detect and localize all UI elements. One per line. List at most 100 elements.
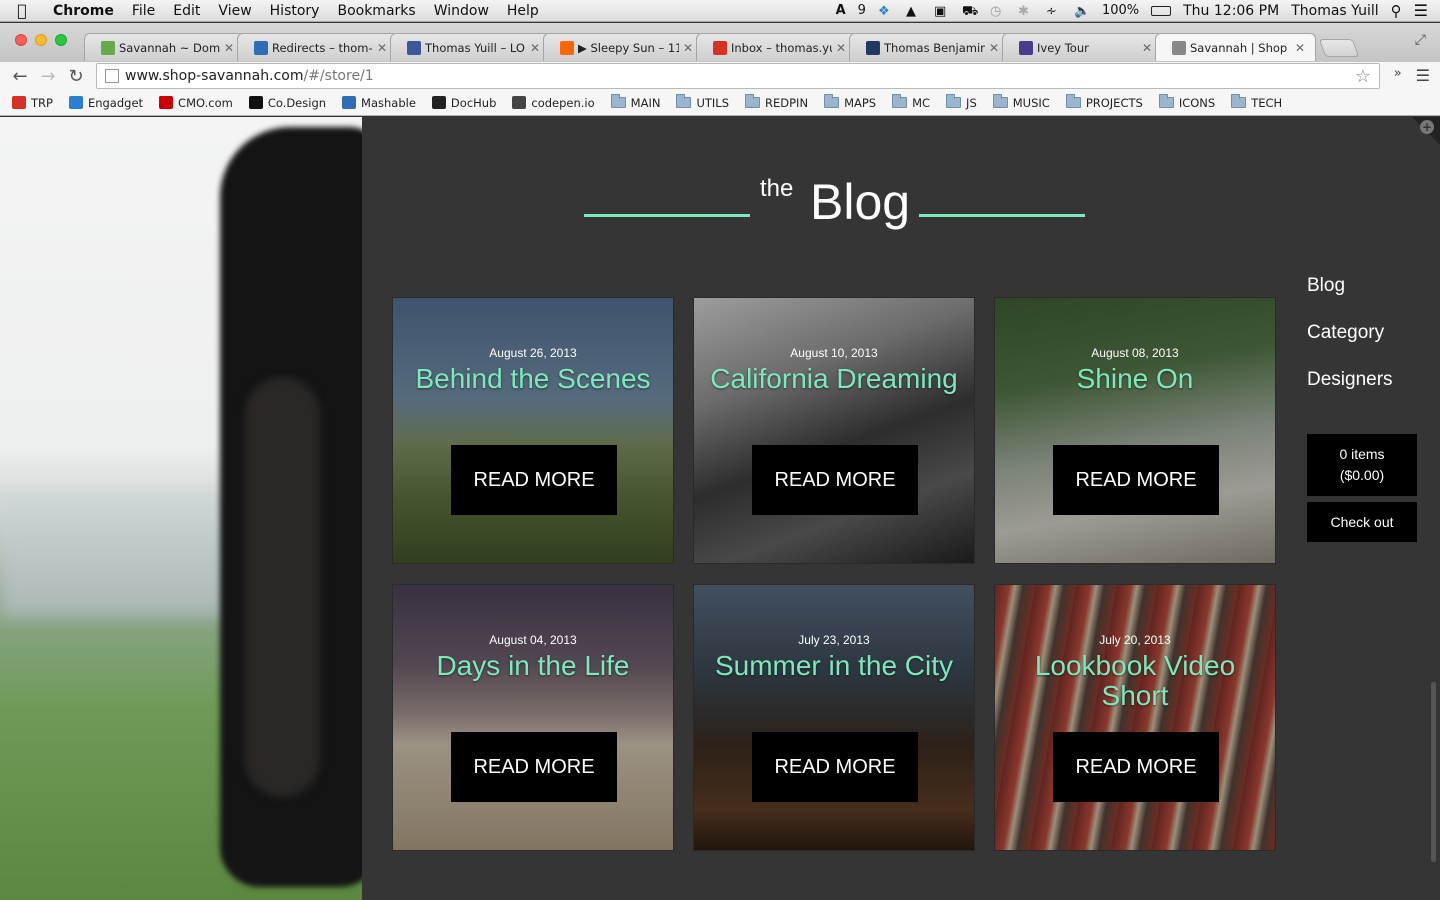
truck-icon[interactable]: ⛟ — [962, 4, 978, 19]
bookmark-link[interactable]: CMO.com — [159, 96, 233, 110]
tab-close-icon[interactable]: ✕ — [377, 41, 387, 55]
bookmark-folder[interactable]: MAIN — [610, 94, 660, 110]
menu-edit[interactable]: Edit — [164, 3, 209, 19]
blog-post-card[interactable]: July 20, 2013 Lookbook Video Short READ MO… — [994, 584, 1276, 851]
apple-icon[interactable]:  — [0, 1, 44, 20]
battery-percent[interactable]: 100% — [1102, 3, 1139, 18]
bookmark-star-icon[interactable]: ☆ — [1355, 66, 1371, 87]
menu-file[interactable]: File — [123, 3, 164, 19]
bookmark-folder[interactable]: PROJECTS — [1065, 94, 1143, 110]
browser-tab[interactable]: Redirects – thom-fo ✕ — [237, 33, 398, 61]
bookmark-link[interactable]: TRP — [12, 96, 53, 110]
browser-tab[interactable]: ▶ Sleepy Sun – 11:3 ✕ — [543, 33, 704, 61]
bookmark-folder[interactable]: MC — [892, 94, 930, 110]
close-window-button[interactable] — [15, 34, 27, 46]
dropbox-icon[interactable]: ❖ — [878, 4, 894, 19]
menu-window[interactable]: Window — [425, 3, 498, 19]
bookmark-folder[interactable]: MAPS — [824, 94, 876, 110]
browser-tab[interactable]: Thomas Benjamin Yu ✕ — [849, 33, 1010, 61]
bookmark-folder[interactable]: JS — [946, 94, 977, 110]
bookmark-label: TRP — [31, 95, 53, 110]
time-machine-icon[interactable]: ◷ — [990, 4, 1006, 19]
folder-icon — [946, 94, 962, 108]
read-more-button[interactable]: READ MORE — [451, 732, 617, 802]
browser-toolbar: ← → ↻ www.shop-savannah.com /#/store/1 ☆… — [0, 62, 1440, 90]
menu-history[interactable]: History — [261, 3, 329, 19]
notification-center-icon[interactable]: ☰ — [1414, 1, 1428, 20]
read-more-button[interactable]: READ MORE — [752, 732, 918, 802]
tab-close-icon[interactable]: ✕ — [1295, 41, 1305, 55]
heading-rule-left — [584, 214, 750, 217]
reload-button[interactable]: ↻ — [62, 66, 90, 87]
volume-icon[interactable]: 🔈 — [1074, 4, 1090, 19]
nav-blog-link[interactable]: Blog — [1307, 275, 1393, 297]
post-title[interactable]: Lookbook Video Short — [1005, 651, 1265, 711]
bookmark-link[interactable]: codepen.io — [512, 96, 595, 110]
post-title[interactable]: California Dreaming — [704, 364, 964, 394]
zoom-window-button[interactable] — [55, 34, 67, 46]
bluetooth-icon[interactable]: ✱ — [1018, 4, 1034, 19]
bookmark-link[interactable]: DocHub — [431, 96, 496, 110]
read-more-button[interactable]: READ MORE — [1053, 732, 1219, 802]
blog-post-card[interactable]: August 04, 2013 Days in the Life READ MORE — [392, 584, 674, 851]
tab-close-icon[interactable]: ✕ — [683, 41, 693, 55]
blog-post-card[interactable]: August 10, 2013 California Dreaming READ M… — [693, 297, 975, 564]
nav-designers-link[interactable]: Designers — [1307, 369, 1393, 391]
post-title[interactable]: Days in the Life — [403, 651, 663, 681]
minimize-window-button[interactable] — [35, 34, 47, 46]
new-tab-button[interactable] — [1318, 39, 1360, 57]
menu-app-name[interactable]: Chrome — [44, 3, 123, 19]
wifi-icon[interactable]: ∻ — [1046, 4, 1062, 19]
post-title[interactable]: Behind the Scenes — [403, 364, 663, 394]
bookmark-link[interactable]: Engadget — [68, 96, 143, 110]
browser-tab[interactable]: Ivey Tour ✕ — [1002, 33, 1163, 61]
chrome-menu-icon[interactable]: ☰ — [1416, 66, 1430, 85]
back-button[interactable]: ← — [6, 66, 34, 87]
tab-close-icon[interactable]: ✕ — [1142, 41, 1152, 55]
cart-summary[interactable]: 0 items ($0.00) — [1307, 434, 1417, 496]
browser-tab[interactable]: Inbox – thomas.yuill ✕ — [696, 33, 857, 61]
browser-tab[interactable]: Savannah | Shop Sav ✕ — [1155, 33, 1316, 61]
bookmark-folder[interactable]: REDPIN — [745, 94, 808, 110]
forward-button[interactable]: → — [34, 66, 62, 87]
browser-tab[interactable]: Savannah ~ Domains ✕ — [84, 33, 245, 61]
fullscreen-icon[interactable]: ⤢ — [1415, 32, 1426, 48]
post-image-overlay — [393, 585, 673, 850]
address-bar[interactable]: www.shop-savannah.com /#/store/1 ☆ — [96, 63, 1380, 89]
bookmark-folder[interactable]: UTILS — [676, 94, 729, 110]
post-date: July 23, 2013 — [798, 633, 870, 647]
bookmark-link[interactable]: Mashable — [342, 96, 416, 110]
bookmark-folder[interactable]: TECH — [1231, 94, 1282, 110]
blog-post-card[interactable]: August 08, 2013 Shine On READ MORE — [994, 297, 1276, 564]
display-icon[interactable]: ▣ — [934, 4, 950, 19]
tab-close-icon[interactable]: ✕ — [989, 41, 999, 55]
menu-help[interactable]: Help — [498, 3, 548, 19]
blog-post-card[interactable]: July 23, 2013 Summer in the City READ MORE — [693, 584, 975, 851]
browser-tab[interactable]: Thomas Yuill – LOL ✕ — [390, 33, 551, 61]
clock[interactable]: Thu 12:06 PM — [1183, 3, 1279, 19]
user-name[interactable]: Thomas Yuill — [1291, 3, 1378, 19]
plus-icon[interactable]: + — [1420, 120, 1434, 134]
menu-view[interactable]: View — [209, 3, 260, 19]
adobe-icon[interactable]: A — [836, 3, 846, 18]
menu-bookmarks[interactable]: Bookmarks — [328, 3, 424, 19]
post-title[interactable]: Summer in the City — [704, 651, 964, 681]
spotlight-icon[interactable]: ⚲ — [1391, 2, 1402, 20]
blog-post-card[interactable]: August 26, 2013 Behind the Scenes READ MOR… — [392, 297, 674, 564]
post-title[interactable]: Shine On — [1005, 364, 1265, 394]
tab-close-icon[interactable]: ✕ — [836, 41, 846, 55]
read-more-button[interactable]: READ MORE — [1053, 445, 1219, 515]
battery-icon[interactable] — [1151, 5, 1172, 16]
read-more-button[interactable]: READ MORE — [451, 445, 617, 515]
tab-close-icon[interactable]: ✕ — [224, 41, 234, 55]
bookmark-folder[interactable]: MUSIC — [992, 94, 1050, 110]
drive-icon[interactable]: ▲ — [906, 4, 922, 19]
scrollbar[interactable] — [1431, 682, 1436, 862]
checkout-button[interactable]: Check out — [1307, 502, 1417, 542]
extensions-overflow-icon[interactable]: » — [1394, 66, 1402, 85]
read-more-button[interactable]: READ MORE — [752, 445, 918, 515]
bookmark-link[interactable]: Co.Design — [248, 96, 326, 110]
nav-category-link[interactable]: Category — [1307, 322, 1393, 344]
tab-close-icon[interactable]: ✕ — [530, 41, 540, 55]
bookmark-folder[interactable]: ICONS — [1158, 94, 1215, 110]
